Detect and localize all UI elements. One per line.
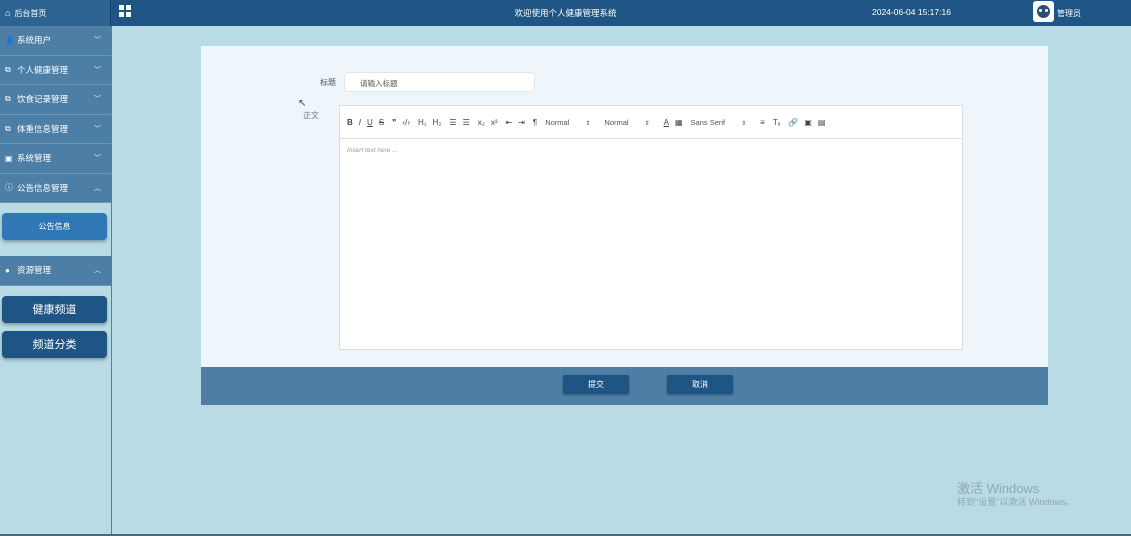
select-arrows-icon: ⇕: [585, 120, 591, 127]
indent-icon[interactable]: ⇥: [518, 118, 525, 127]
submit-button[interactable]: 提交: [563, 375, 629, 394]
ordered-list-icon[interactable]: ☰: [449, 118, 456, 127]
italic-icon[interactable]: I: [359, 118, 361, 127]
info-circle-icon: ⓘ: [5, 183, 13, 193]
font-color-icon[interactable]: A: [664, 118, 669, 127]
chevron-up-icon: ︿: [94, 267, 101, 274]
link-icon[interactable]: 🔗: [788, 118, 798, 127]
clear-format-icon[interactable]: Tₓ: [773, 118, 781, 127]
resource-submenu: 健康频道 频道分类: [0, 286, 111, 374]
datetime-display: 2024-06-04 15:17:16: [872, 7, 951, 17]
external-link-icon: ⧉: [5, 123, 11, 133]
text-direction-icon[interactable]: ¶: [533, 118, 537, 127]
top-bar: ⌂ 后台首页 欢迎使用个人健康管理系统 2024-06-04 15:17:16 …: [0, 0, 1131, 26]
heading-2-icon[interactable]: H₂: [433, 118, 442, 127]
title-label: 标题: [320, 78, 336, 87]
user-icon: 👤: [5, 35, 15, 45]
select-arrows-icon: ⇕: [741, 120, 747, 127]
sidebar-item-resources[interactable]: ● 资源管理 ︿: [0, 256, 111, 286]
select-arrows-icon: ⇕: [644, 120, 650, 127]
chevron-down-icon: ﹀: [94, 37, 101, 44]
editor-toolbar: B I U S ❞ ‹/› H₁ H₂ ☰ ☰ x₂ x² ⇤ ⇥ ¶ Norm…: [340, 106, 962, 139]
announcement-submenu: 公告信息: [0, 203, 111, 256]
chevron-down-icon: ﹀: [94, 155, 101, 162]
bold-icon[interactable]: B: [347, 118, 353, 127]
avatar[interactable]: [1033, 1, 1054, 22]
sidebar-item-system[interactable]: ▣ 系统管理 ﹀: [0, 144, 111, 174]
header-select-value: Normal: [545, 117, 570, 127]
sidebar: 👤 系统用户 ﹀ ⧉ 个人健康管理 ﹀ ⧉ 饮食记录管理 ﹀ ⧉ 体重信息管理 …: [0, 26, 112, 536]
sidebar-item-label: 系统用户: [17, 35, 52, 46]
external-link-icon: ⧉: [5, 64, 11, 74]
superscript-icon[interactable]: x²: [491, 118, 498, 127]
video-icon[interactable]: ▤: [818, 118, 826, 127]
sidebar-item-label: 体重信息管理: [17, 123, 69, 134]
chevron-up-icon: ︿: [94, 184, 101, 192]
background-color-icon[interactable]: ▦: [675, 118, 683, 127]
font-select[interactable]: Sans Serif ⇕: [691, 118, 747, 127]
cancel-button[interactable]: 取消: [667, 375, 733, 394]
heading-1-icon[interactable]: H₁: [418, 118, 426, 127]
external-link-icon: ⧉: [5, 94, 11, 104]
mouse-cursor-icon: ↖: [298, 98, 307, 109]
sidebar-item-label: 饮食记录管理: [17, 94, 69, 105]
strikethrough-icon[interactable]: S: [379, 118, 384, 127]
outdent-icon[interactable]: ⇤: [506, 118, 513, 127]
sidebar-item-announcements[interactable]: ⓘ 公告信息管理 ︿: [0, 173, 111, 203]
subscript-icon[interactable]: x₂: [478, 118, 485, 127]
sidebar-item-label: 个人健康管理: [17, 64, 69, 75]
body-label: 正文: [303, 111, 319, 120]
align-icon[interactable]: ≡: [760, 118, 765, 127]
lightbulb-icon: ●: [5, 265, 10, 275]
blockquote-icon[interactable]: ❞: [392, 118, 396, 127]
user-name[interactable]: 管理员: [1057, 8, 1081, 19]
activation-watermark-text: 转到"设置"以激活 Windows。: [957, 497, 1075, 507]
size-select[interactable]: Normal ⇕: [604, 118, 649, 127]
editor-placeholder: Insert text here ...: [347, 147, 398, 154]
image-icon[interactable]: ▣: [804, 118, 812, 127]
action-bar: 提交 取消: [201, 367, 1048, 405]
underline-icon[interactable]: U: [367, 118, 373, 127]
chevron-down-icon: ﹀: [94, 96, 101, 103]
sidebar-item-label: 系统管理: [17, 153, 52, 164]
submenu-health-channel[interactable]: 健康频道: [2, 295, 107, 323]
size-select-value: Normal: [604, 117, 629, 127]
robot-avatar-icon: [1037, 5, 1050, 18]
bullet-list-icon[interactable]: ☰: [463, 118, 470, 127]
rich-text-editor[interactable]: B I U S ❞ ‹/› H₁ H₂ ☰ ☰ x₂ x² ⇤ ⇥ ¶ Norm…: [339, 105, 963, 350]
welcome-title: 欢迎使用个人健康管理系统: [514, 8, 617, 18]
code-block-icon[interactable]: ‹/›: [402, 118, 410, 127]
font-select-value: Sans Serif: [690, 117, 726, 127]
sidebar-item-health[interactable]: ⧉ 个人健康管理 ﹀: [0, 55, 111, 85]
header-select[interactable]: Normal ⇕: [545, 118, 590, 127]
image-icon: ▣: [5, 153, 13, 163]
sidebar-item-label: 公告信息管理: [17, 182, 69, 193]
sidebar-item-weight[interactable]: ⧉ 体重信息管理 ﹀: [0, 114, 111, 144]
chevron-down-icon: ﹀: [94, 66, 101, 74]
chevron-down-icon: ﹀: [94, 125, 101, 133]
submenu-channel-category[interactable]: 频道分类: [2, 330, 107, 358]
title-input[interactable]: 请输入标题: [344, 72, 535, 92]
sidebar-item-system-users[interactable]: 👤 系统用户 ﹀: [0, 26, 111, 56]
submenu-announcement-info[interactable]: 公告信息: [2, 213, 107, 240]
sidebar-item-label: 资源管理: [17, 265, 52, 276]
sidebar-item-diet[interactable]: ⧉ 饮食记录管理 ﹀: [0, 85, 111, 115]
